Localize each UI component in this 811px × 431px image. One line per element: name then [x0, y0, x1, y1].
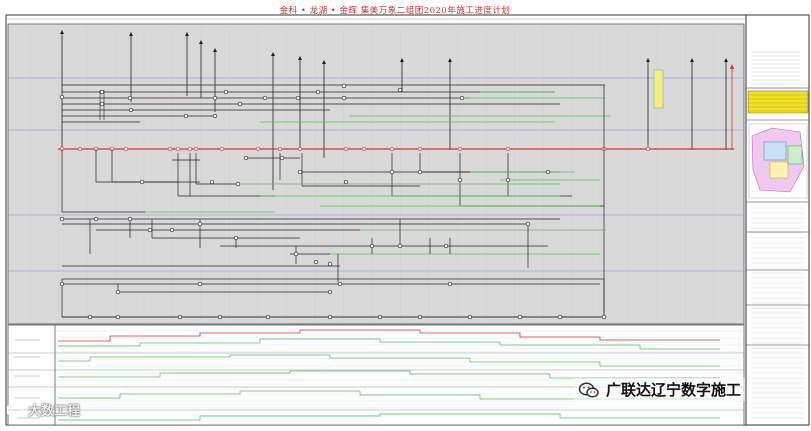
network-diagram [5, 14, 810, 426]
event-node [128, 107, 134, 113]
event-node [175, 146, 181, 152]
event-node [459, 95, 465, 101]
event-node [447, 281, 453, 287]
event-node [209, 179, 215, 185]
event-node [262, 95, 268, 101]
watermark-left-text: 大数工程 [28, 404, 81, 419]
event-node [59, 94, 65, 100]
event-node [443, 243, 449, 249]
event-node [327, 261, 333, 267]
event-node [389, 169, 395, 175]
event-node [59, 281, 65, 287]
event-node [417, 146, 423, 152]
event-node [313, 259, 319, 265]
event-node [457, 146, 463, 152]
event-node [237, 101, 243, 107]
event-node [217, 314, 223, 320]
event-node [545, 169, 551, 175]
event-node [193, 146, 199, 152]
event-node [93, 216, 99, 222]
event-node [197, 221, 203, 227]
yellow-legend-table [747, 90, 809, 114]
event-node [417, 314, 423, 320]
event-node [505, 177, 511, 183]
event-node [601, 314, 607, 320]
event-node [297, 146, 303, 152]
event-node [183, 113, 189, 119]
event-node [187, 146, 193, 152]
event-node [99, 89, 105, 95]
event-node [127, 95, 133, 101]
event-node [525, 221, 531, 227]
event-node [315, 89, 321, 95]
event-node [295, 95, 301, 101]
watermark-right-text: 广联达辽宁数字施工 [606, 381, 742, 399]
event-node [397, 87, 403, 93]
event-node [123, 146, 129, 152]
event-node [139, 179, 145, 185]
event-node [341, 83, 347, 89]
event-node [327, 314, 333, 320]
event-node [279, 155, 285, 161]
event-node [369, 243, 375, 249]
event-node [59, 216, 65, 222]
event-node [147, 227, 153, 233]
event-node [77, 146, 83, 152]
event-node [177, 314, 183, 320]
event-node [341, 95, 347, 101]
event-node [377, 314, 383, 320]
event-node [343, 146, 349, 152]
event-node [517, 314, 523, 320]
event-node [361, 146, 367, 152]
watermark-right: 广联达辽宁数字施工 [574, 378, 746, 401]
event-node [557, 314, 563, 320]
event-node [389, 146, 395, 152]
site-zone-blue [763, 141, 787, 161]
event-node [397, 243, 403, 249]
watermark-left: 大数工程 [6, 400, 80, 419]
event-node [343, 179, 349, 185]
event-node [467, 314, 473, 320]
wechat-icon [578, 381, 599, 398]
event-node [219, 146, 225, 152]
event-node [327, 289, 333, 295]
event-node [87, 314, 93, 320]
site-zone-green [787, 145, 803, 165]
note-box [653, 69, 664, 109]
event-node [233, 235, 239, 241]
event-node [235, 181, 241, 187]
event-node [277, 146, 283, 152]
schedule-drawing: 金科 • 龙湖 • 金辉 集美万象二组团2020年施工进度计划 大数工程 广联达… [0, 0, 811, 427]
event-node [212, 113, 218, 119]
event-node [127, 216, 133, 222]
event-node [457, 177, 463, 183]
event-node [297, 169, 303, 175]
event-node [169, 227, 175, 233]
event-node [645, 146, 651, 152]
face-icon [6, 401, 24, 418]
event-node [115, 289, 121, 295]
drawing-title: 金科 • 龙湖 • 金辉 集美万象二组团2020年施工进度计划 [279, 6, 511, 16]
event-node [212, 95, 218, 101]
event-node [243, 155, 249, 161]
event-node [293, 251, 299, 257]
event-node [337, 281, 343, 287]
event-node [417, 169, 423, 175]
title-block [745, 14, 810, 426]
site-zone-yellow [769, 161, 789, 179]
event-node [115, 314, 121, 320]
event-node [265, 314, 271, 320]
event-node [223, 89, 229, 95]
event-node [99, 101, 105, 107]
event-node [167, 146, 173, 152]
event-node [197, 281, 203, 287]
event-node [505, 146, 511, 152]
event-node [255, 146, 261, 152]
